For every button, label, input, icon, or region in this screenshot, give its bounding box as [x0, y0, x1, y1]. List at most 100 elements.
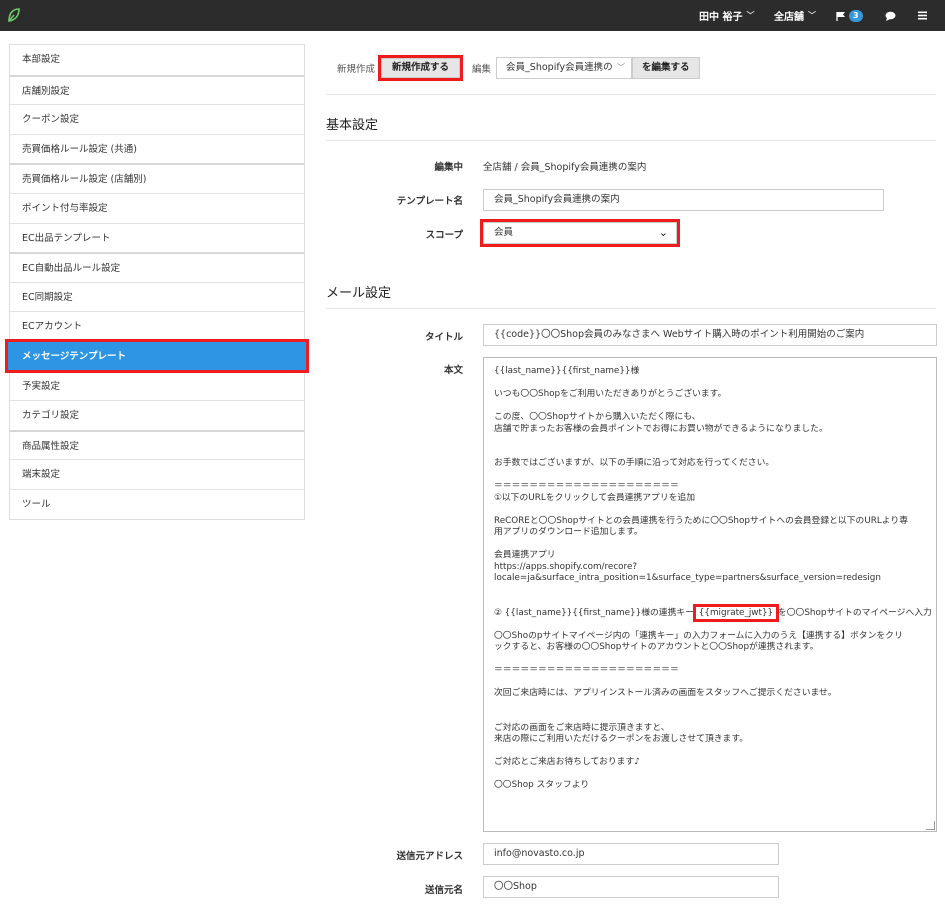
sidebar-item-ec-auto-listing[interactable]: EC自動出品ルール設定 [10, 252, 304, 282]
create-new-button[interactable]: 新規作成する [378, 55, 464, 81]
body-line: ご対応の画面をご来店時に提示頂きますと、 [494, 722, 670, 733]
sender-name-input[interactable]: 〇〇Shop [483, 876, 779, 898]
body-blank-line [494, 711, 926, 723]
body-line: ＝＝＝＝＝＝＝＝＝＝＝＝＝＝＝＝＝＝＝＝＝ [494, 665, 679, 675]
body-line: 次回ご来店時には、アプリインストール済みの画面をスタッフへご提示くださいませ。 [494, 688, 837, 698]
mail-settings-title: メール設定 [326, 286, 392, 301]
template-select[interactable]: 会員_Shopify会員連携の ﹀ [496, 57, 633, 79]
sidebar-item-budget[interactable]: 予実設定 [10, 370, 304, 401]
divider [326, 140, 936, 141]
chevron-down-icon: ⌄ [658, 226, 668, 239]
body-line: お手数ではございますが、以下の手順に沿って対応を行ってください。 [494, 458, 775, 468]
body-blank-line [494, 378, 926, 390]
body-blank-line [494, 539, 926, 551]
user-name: 田中 裕子 [699, 12, 743, 23]
sender-address-input[interactable]: info@novasto.co.jp [483, 843, 779, 865]
sidebar-item-category[interactable]: カテゴリ設定 [10, 400, 304, 430]
body-line: ＝＝＝＝＝＝＝＝＝＝＝＝＝＝＝＝＝＝＝＝＝ [494, 481, 679, 491]
user-menu[interactable]: 田中 裕子 ﹀ [699, 0, 754, 31]
editing-value: 全店舗 / 会員_Shopify会員連携の案内 [483, 162, 647, 173]
edit-template-button[interactable]: を編集する [632, 57, 700, 79]
sidebar-item-ec-sync[interactable]: EC同期設定 [10, 281, 304, 312]
body-line: 用アプリのダウンロード追加します。 [494, 527, 643, 537]
body-blank-line [494, 746, 926, 758]
body-blank-line [494, 677, 926, 689]
body-line: 店舗で貯まったお客様の会員ポイントでお得にお買い物ができるようになりました。 [494, 423, 828, 434]
mail-body-content: {{last_name}}{{first_name}}様 いつも〇〇Shopをご利… [494, 366, 932, 792]
sidebar-item-coupon-settings[interactable]: クーポン設定 [10, 104, 304, 134]
sidebar-item-message-template[interactable]: メッセージテンプレート [5, 338, 309, 373]
body-line: 〇〇Shop スタッフより [494, 780, 590, 790]
flag-icon [836, 11, 845, 21]
body-line: 〇〇Shoのpサイトマイページ内の「連携キー」の入力フォームに入力のうえ【連携す… [494, 630, 903, 641]
divider [326, 94, 936, 95]
menu-icon [918, 11, 927, 20]
body-line: 会員連携アプリ [494, 550, 556, 560]
sidebar-item-terminal[interactable]: 端末設定 [10, 459, 304, 489]
body-line: いつも〇〇Shopをご利用いただきありがとうございます。 [494, 389, 727, 399]
template-toolbar: 新規作成 新規作成する 編集 会員_Shopify会員連携の ﹀ を編集する [337, 55, 700, 81]
body-blank-line [494, 585, 926, 597]
body-text: ② {{last_name}}{{first_name}}様の連携キー [494, 607, 697, 618]
scope-select[interactable]: 会員 ⌄ [480, 219, 680, 247]
body-blank-line [494, 470, 926, 482]
sidebar-item-tools[interactable]: ツール [10, 488, 304, 519]
editing-label: 編集中 [434, 162, 463, 173]
body-blank-line [494, 700, 926, 712]
body-blank-line [494, 769, 926, 781]
notifications-button[interactable]: 3 [836, 0, 863, 31]
body-line: ックすると、お客様の〇〇Shopサイトのアカウントと〇〇Shopが連携されます。 [494, 642, 819, 652]
body-blank-line [494, 447, 926, 459]
body-text: を〇〇Shopサイトのマイページへ入力 [775, 607, 932, 618]
scope-label: スコープ [425, 230, 463, 241]
template-name-label: テンプレート名 [396, 196, 463, 207]
mail-title-label: タイトル [424, 332, 463, 343]
template-name-input[interactable]: 会員_Shopify会員連携の案内 [483, 189, 884, 211]
top-navbar: 田中 裕子 ﹀ 全店舗 ﹀ 3 [0, 0, 945, 31]
chevron-down-icon: ﹀ [746, 11, 755, 20]
body-line: locale=ja&surface_intra_position=1&surfa… [494, 573, 881, 583]
divider [326, 308, 936, 309]
menu-button[interactable] [918, 0, 927, 31]
migrate-jwt-placeholder: {{migrate_jwt}} [692, 603, 780, 622]
body-blank-line [494, 504, 926, 516]
resize-handle[interactable] [926, 821, 935, 830]
sidebar-item-price-rules-common[interactable]: 売買価格ルール設定 (共通) [10, 133, 304, 164]
body-blank-line [494, 619, 926, 631]
chat-button[interactable] [885, 0, 896, 31]
body-line: ①以下のURLをクリックして会員連携アプリを追加 [494, 492, 696, 503]
body-blank-line [494, 596, 926, 608]
body-line: ご対応とご来店お待ちしております♪ [494, 757, 640, 767]
chevron-down-icon: ﹀ [808, 11, 816, 20]
body-line: この度、〇〇Shopサイトから購入いただく際にも、 [494, 412, 701, 422]
chat-icon [885, 11, 896, 21]
settings-sidebar: 本部設定 店舗別設定 クーポン設定 売買価格ルール設定 (共通) 売買価格ルール… [5, 44, 309, 520]
body-blank-line [494, 654, 926, 666]
body-line: 来店の際にご利用いただけるクーポンをお渡しさせて頂きます。 [494, 734, 749, 744]
sidebar-item-point-rate[interactable]: ポイント付与率設定 [10, 192, 304, 223]
sender-name-label: 送信元名 [424, 885, 463, 896]
sidebar-item-ec-account[interactable]: ECアカウント [10, 311, 304, 341]
leaf-logo-icon[interactable] [7, 7, 21, 23]
body-line: ReCOREと〇〇Shopサイトとの会員連携を行うために〇〇Shopサイトへの会… [494, 515, 908, 526]
store-name: 全店舗 [774, 12, 804, 23]
sidebar-item-store-settings[interactable]: 店舗別設定 [10, 74, 304, 105]
mail-body-label: 本文 [443, 365, 463, 376]
sidebar-item-hq-settings[interactable]: 本部設定 [10, 45, 304, 75]
mail-title-input[interactable]: {{code}}〇〇Shop会員のみなさまへ Webサイト購入時のポイント利用開… [483, 324, 937, 346]
scope-select-value: 会員 [494, 227, 514, 238]
sender-address-label: 送信元アドレス [396, 851, 463, 862]
mail-body-textarea[interactable]: {{last_name}}{{first_name}}様 いつも〇〇Shopをご利… [483, 357, 937, 832]
body-blank-line [494, 401, 926, 413]
sidebar-item-price-rules-store[interactable]: 売買価格ルール設定 (店舗別) [10, 163, 304, 193]
notification-count-badge: 3 [849, 9, 863, 22]
body-blank-line [494, 435, 926, 447]
body-line-migrate-key: ② {{last_name}}{{first_name}}様の連携キー {{mi… [494, 603, 932, 622]
body-line: https://apps.shopify.com/recore? [494, 561, 638, 572]
sidebar-item-ec-template[interactable]: EC出品テンプレート [10, 222, 304, 253]
basic-settings-title: 基本設定 [326, 118, 379, 133]
new-label: 新規作成 [337, 64, 376, 75]
sidebar-item-product-attributes[interactable]: 商品属性設定 [10, 429, 304, 460]
store-menu[interactable]: 全店舗 ﹀ [774, 0, 816, 31]
chevron-down-icon: ﹀ [617, 63, 626, 72]
